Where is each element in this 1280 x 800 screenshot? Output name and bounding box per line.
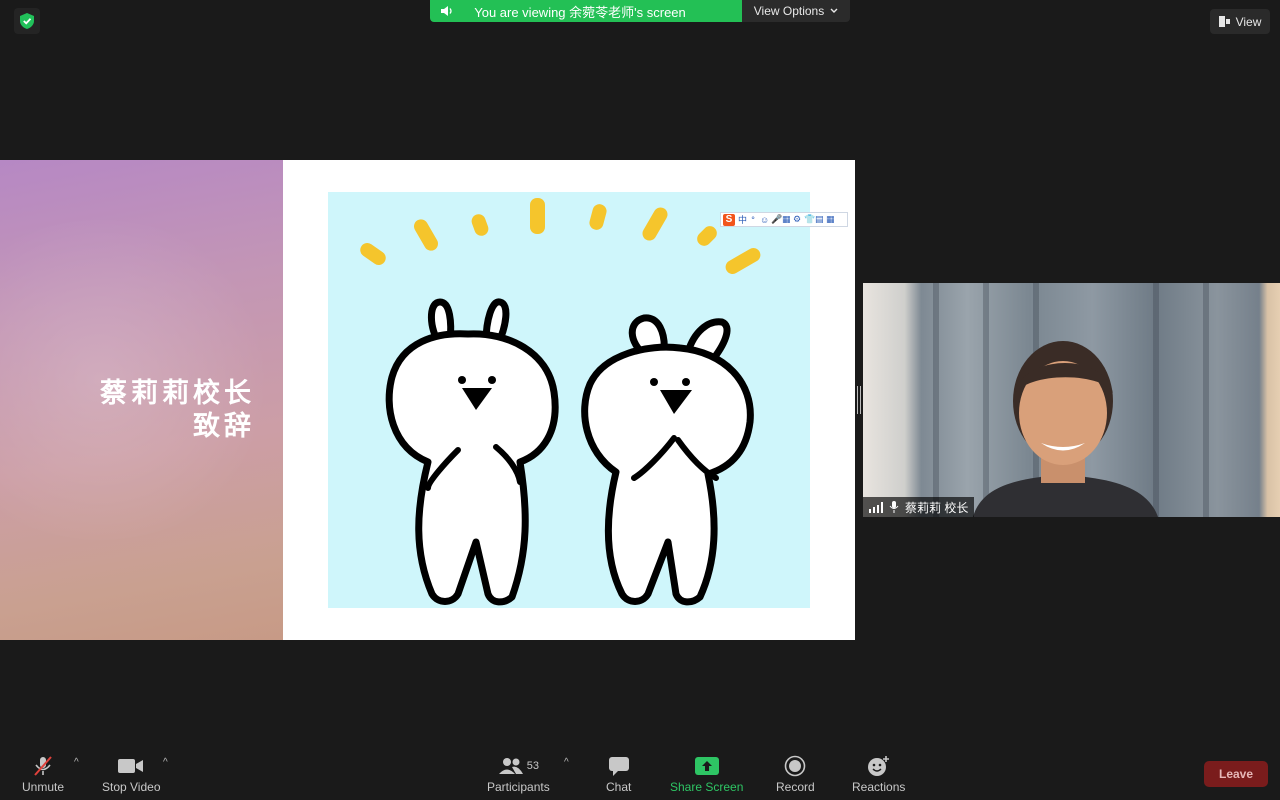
grid-view-icon [1218, 16, 1230, 27]
reactions-button[interactable]: Reactions [852, 752, 905, 794]
participant-video[interactable]: 蔡莉莉 校长 [863, 283, 1280, 517]
security-shield-button[interactable] [14, 8, 40, 34]
ime-punct-icon[interactable]: ° [749, 215, 757, 225]
share-screen-label: Share Screen [670, 780, 744, 794]
participants-count: 53 [526, 760, 539, 772]
slide-title: 蔡莉莉校长 致辞 [100, 377, 255, 443]
signal-strength-icon [869, 501, 883, 513]
video-options-caret-icon[interactable]: ^ [163, 757, 168, 768]
screen-share-banner: You are viewing 余菀苓老师's screen View Opti… [430, 0, 850, 22]
ime-menu-icon[interactable]: ▤ [815, 214, 824, 225]
view-label: View [1235, 14, 1262, 29]
ime-mode-label[interactable]: 中 [738, 213, 747, 226]
muted-mic-icon [889, 501, 899, 513]
slide-title-line1: 蔡莉莉校长 [100, 378, 255, 408]
shared-screen: 蔡莉莉校长 致辞 S 中 ° ☺ 🎤 ▦ ⚙ 👕 ▤ ▦ [0, 160, 855, 640]
speaker-icon[interactable] [430, 5, 464, 17]
participant-name-tag: 蔡莉莉 校长 [863, 497, 975, 517]
shield-icon [20, 13, 34, 29]
mic-off-icon [32, 752, 54, 780]
stop-video-button[interactable]: Stop Video [102, 752, 161, 794]
ime-toolbar[interactable]: S 中 ° ☺ 🎤 ▦ ⚙ 👕 ▤ ▦ [720, 212, 848, 227]
ime-mic-icon[interactable]: 🎤 [771, 214, 782, 225]
slide-title-panel: 蔡莉莉校长 致辞 [0, 160, 283, 640]
view-options-button[interactable]: View Options [742, 0, 850, 22]
chat-label: Chat [606, 780, 632, 794]
meeting-toolbar: Unmute ^ Stop Video ^ 53 Participants ^ … [0, 746, 1280, 800]
participants-icon-group: 53 [498, 752, 539, 780]
ime-skin-icon[interactable]: 👕 [804, 214, 815, 225]
leave-button[interactable]: Leave [1204, 761, 1268, 787]
bunny-illustration [328, 192, 810, 608]
chat-bubble-icon [608, 752, 630, 780]
sogou-logo-icon[interactable]: S [723, 213, 735, 226]
record-label: Record [776, 780, 815, 794]
video-camera-icon [118, 752, 144, 780]
ime-emoji-icon[interactable]: ☺ [760, 215, 769, 225]
participants-button[interactable]: 53 Participants [487, 752, 550, 794]
reactions-smiley-icon [867, 752, 891, 780]
view-button[interactable]: View [1210, 9, 1270, 34]
viewing-text: You are viewing 余菀苓老师's screen [474, 4, 686, 20]
unmute-label: Unmute [22, 780, 65, 794]
participants-icon [498, 758, 523, 774]
unmute-button[interactable]: Unmute [22, 752, 64, 794]
chevron-down-icon [830, 8, 838, 13]
ime-keyboard-icon[interactable]: ▦ [782, 214, 791, 225]
stop-video-label: Stop Video [102, 780, 161, 794]
participants-options-caret-icon[interactable]: ^ [564, 757, 569, 768]
audio-options-caret-icon[interactable]: ^ [74, 757, 79, 768]
split-resize-handle[interactable] [857, 386, 861, 414]
participant-name: 蔡莉莉 校长 [905, 500, 969, 515]
record-button[interactable]: Record [776, 752, 815, 794]
record-icon [784, 752, 806, 780]
participants-label: Participants [487, 780, 550, 794]
ime-tools-icon[interactable]: ⚙ [793, 214, 801, 225]
ime-grid-icon[interactable]: ▦ [826, 214, 835, 225]
chat-button[interactable]: Chat [606, 752, 631, 794]
participant-person [973, 341, 1158, 517]
viewing-banner: You are viewing 余菀苓老师's screen [430, 0, 742, 22]
reactions-label: Reactions [852, 780, 906, 794]
share-screen-icon [694, 752, 719, 780]
share-screen-button[interactable]: Share Screen [670, 752, 743, 794]
slide-title-line2: 致辞 [193, 411, 255, 441]
view-options-label: View Options [753, 4, 825, 18]
